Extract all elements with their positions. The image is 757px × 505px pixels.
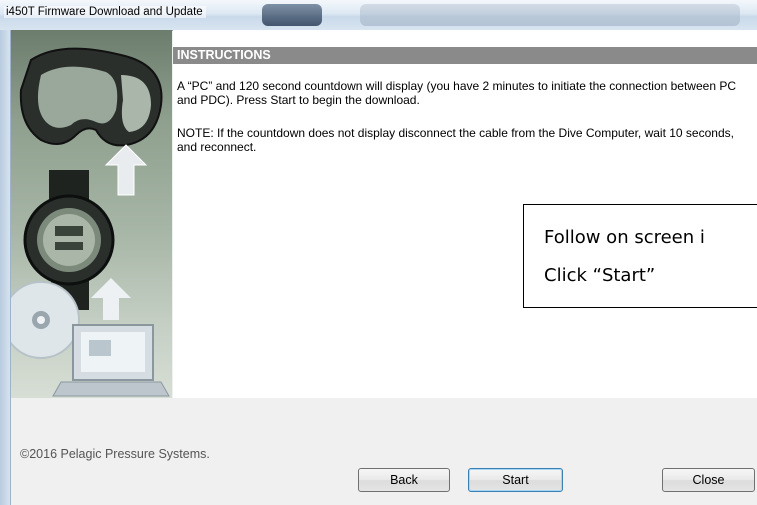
background-window-blur (262, 4, 322, 26)
sidebar-graphic (11, 47, 170, 397)
start-button[interactable]: Start (468, 468, 563, 492)
back-button[interactable]: Back (358, 468, 450, 492)
cd-disc-icon (11, 281, 80, 359)
instructions-paragraph-2: NOTE: If the countdown does not display … (177, 126, 734, 154)
instructions-header: INSTRUCTIONS (173, 47, 757, 64)
callout-line-2: Click “Start” (544, 265, 656, 286)
window-title: i450T Firmware Download and Update (4, 6, 206, 18)
dive-mask-icon (19, 47, 163, 147)
copyright-text: ©2016 Pelagic Pressure Systems. (20, 447, 210, 461)
close-button[interactable]: Close (662, 468, 755, 492)
window-left-border (0, 30, 11, 505)
up-arrow-icon-2 (91, 278, 131, 320)
annotation-callout: Follow on screen i Click “Start” (523, 204, 757, 308)
title-bar[interactable]: i450T Firmware Download and Update (0, 0, 757, 31)
callout-line-1: Follow on screen i (544, 227, 705, 248)
sidebar-illustration (11, 30, 172, 398)
background-window-blur-2 (360, 4, 740, 26)
instructions-paragraph-1: A “PC” and 120 second countdown will dis… (177, 79, 736, 107)
up-arrow-icon (104, 144, 148, 196)
